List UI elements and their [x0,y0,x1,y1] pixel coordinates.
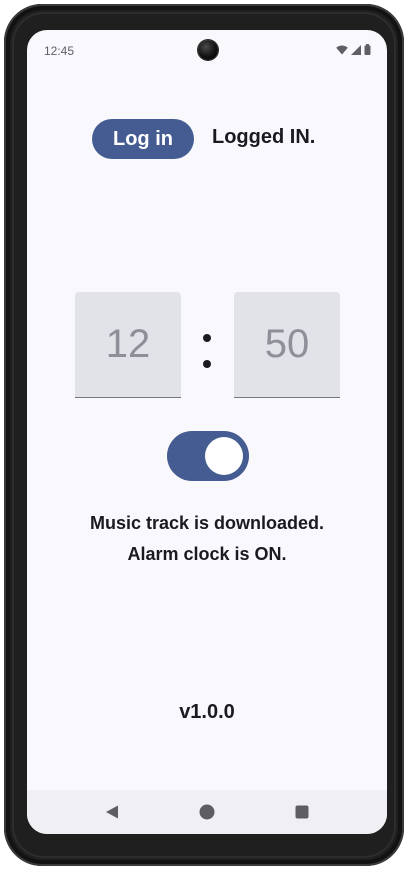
alarm-status-text: Alarm clock is ON. [127,544,287,564]
time-separator [203,330,211,370]
status-time: 12:45 [44,44,75,58]
home-icon[interactable] [199,804,215,820]
status-icons [336,44,371,55]
separator-dot-bottom [203,360,211,368]
hour-field[interactable]: 12 [75,292,181,398]
app-screen: 12:45 Log in Logged IN. 12 50 Music trac… [27,30,387,834]
front-camera [198,40,218,60]
signal-icon [351,44,361,55]
wifi-icon [336,44,348,55]
login-button[interactable]: Log in [92,119,194,159]
toggle-thumb [205,437,243,475]
back-icon[interactable] [104,804,120,820]
status-bar: 12:45 [27,30,387,72]
recents-icon[interactable] [294,804,310,820]
minute-field[interactable]: 50 [234,292,340,398]
version-label: v1.0.0 [179,701,235,723]
login-status-text: Logged IN. [212,126,316,148]
login-row: Log in Logged IN. [27,119,387,159]
download-status-text: Music track is downloaded. [89,513,325,533]
navigation-bar [27,790,387,834]
alarm-toggle-switch[interactable] [167,431,249,481]
phone-frame: 12:45 Log in Logged IN. 12 50 Music trac… [4,4,404,866]
separator-dot-top [203,334,211,342]
battery-icon [364,44,371,55]
